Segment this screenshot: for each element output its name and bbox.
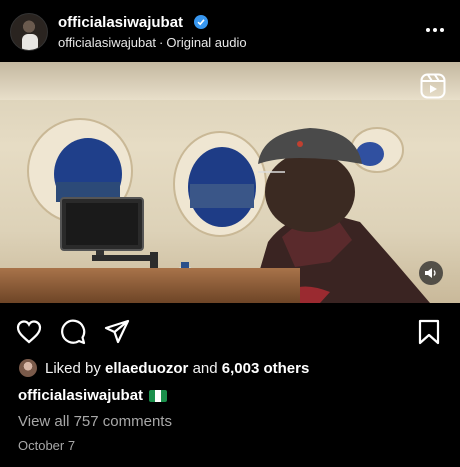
separator: · bbox=[159, 35, 164, 50]
profile-avatar[interactable] bbox=[10, 13, 48, 51]
likes-count[interactable]: 6,003 others bbox=[222, 360, 310, 377]
heart-icon[interactable] bbox=[16, 319, 42, 345]
audio-owner[interactable]: officialasiwajubat bbox=[58, 35, 156, 50]
caption-username[interactable]: officialasiwajubat bbox=[18, 387, 143, 404]
verified-badge-icon bbox=[194, 15, 208, 29]
nigeria-flag-icon bbox=[149, 390, 168, 402]
caption: officialasiwajubat bbox=[18, 387, 168, 404]
more-horizontal-icon[interactable] bbox=[424, 20, 446, 40]
likes-middle: and bbox=[188, 360, 222, 377]
cabin-scene bbox=[27, 118, 430, 303]
likes-prefix: Liked by bbox=[45, 360, 106, 377]
view-comments-link[interactable]: View all 757 comments bbox=[18, 413, 172, 430]
reels-icon bbox=[420, 73, 446, 99]
cabin-console bbox=[0, 268, 300, 303]
audio-line: officialasiwajubat · Original audio bbox=[58, 35, 247, 50]
speaker-icon[interactable] bbox=[419, 261, 443, 285]
liker-username[interactable]: ellaeduozor bbox=[105, 360, 188, 377]
comment-icon[interactable] bbox=[60, 319, 86, 345]
liker-avatar[interactable] bbox=[18, 358, 38, 378]
likes-line: Liked by ellaeduozor and 6,003 others bbox=[45, 360, 309, 377]
post-date: October 7 bbox=[18, 438, 76, 453]
post-video[interactable] bbox=[0, 62, 460, 303]
audio-label[interactable]: Original audio bbox=[166, 35, 246, 50]
bookmark-icon[interactable] bbox=[416, 319, 442, 345]
action-bar bbox=[0, 303, 460, 355]
post-header: officialasiwajubat officialasiwajubat · Or… bbox=[0, 0, 460, 62]
share-icon[interactable] bbox=[104, 319, 130, 345]
post-username[interactable]: officialasiwajubat bbox=[58, 14, 183, 31]
